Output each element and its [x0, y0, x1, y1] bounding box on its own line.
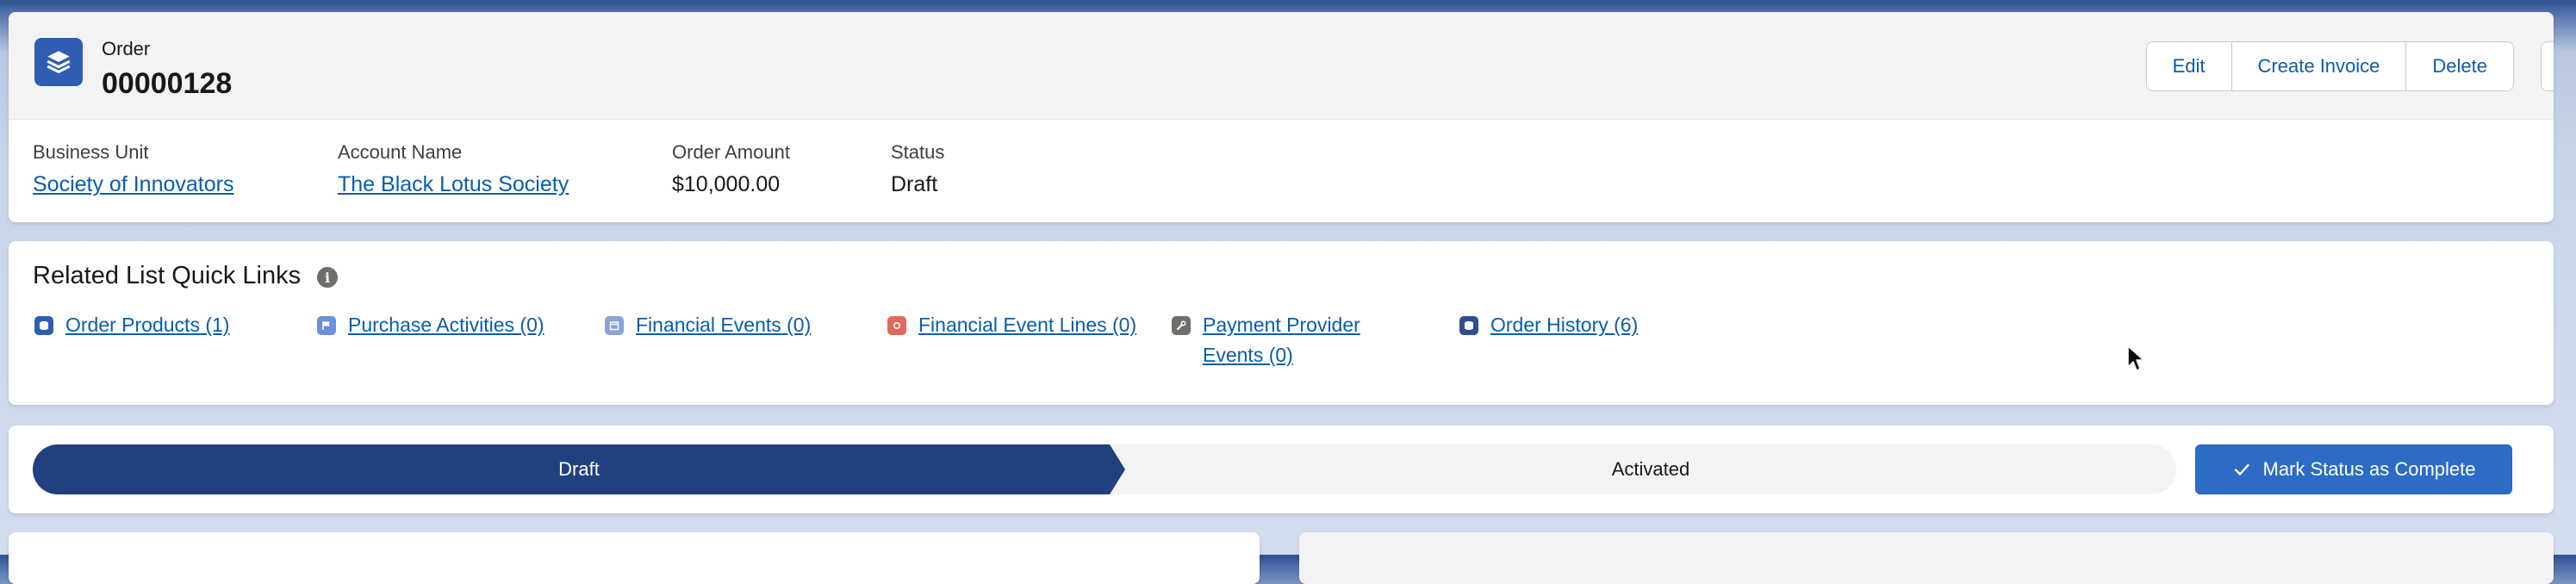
mark-status-complete-button[interactable]: Mark Status as Complete — [2195, 444, 2512, 494]
quick-link-financial-events[interactable]: Financial Events (0) — [605, 314, 811, 340]
quick-link-label[interactable]: Order History (6) — [1490, 310, 1638, 340]
calendar-icon — [605, 316, 624, 335]
edit-button[interactable]: Edit — [2146, 42, 2232, 90]
quick-link-payment-provider-events[interactable]: Payment Provider Events (0) — [1172, 314, 1360, 370]
path-stage-draft[interactable]: Draft — [33, 444, 1125, 494]
field-account-name: Account Name The Black Lotus Society — [338, 141, 569, 197]
quick-link-order-products[interactable]: Order Products (1) — [34, 314, 229, 340]
quick-link-order-history[interactable]: Order History (6) — [1459, 314, 1638, 340]
create-invoice-button[interactable]: Create Invoice — [2231, 42, 2407, 90]
status-value: Draft — [891, 172, 938, 196]
field-label: Order Amount — [672, 141, 790, 163]
account-name-link[interactable]: The Black Lotus Society — [338, 172, 569, 197]
quick-link-purchase-activities[interactable]: Purchase Activities (0) — [317, 314, 544, 340]
object-type-label: Order — [102, 38, 151, 59]
quick-link-label[interactable]: Financial Event Lines (0) — [918, 310, 1136, 340]
field-label: Account Name — [338, 141, 463, 163]
record-header: Order 00000128 Edit Create Invoice Delet… — [9, 12, 2554, 222]
event-lines-icon — [887, 316, 906, 335]
order-history-icon — [1459, 316, 1478, 335]
header-title-bar: Order 00000128 Edit Create Invoice Delet… — [9, 12, 2554, 120]
status-path: Draft Activated Mark Status as Complete — [9, 426, 2554, 513]
info-icon[interactable]: i — [317, 267, 338, 288]
header-action-group: Edit Create Invoice Delete — [2145, 41, 2514, 91]
field-business-unit: Business Unit Society of Innovators — [33, 141, 233, 197]
more-actions-button[interactable] — [2541, 41, 2554, 91]
flag-icon — [317, 316, 336, 335]
order-products-icon — [34, 316, 53, 335]
field-status: Status Draft — [891, 141, 944, 197]
field-label: Status — [891, 141, 945, 163]
order-amount-value: $10,000.00 — [672, 172, 781, 196]
wrench-icon — [1172, 316, 1191, 335]
order-stack-icon — [34, 38, 83, 86]
mouse-cursor-icon — [2127, 345, 2144, 371]
mark-complete-label: Mark Status as Complete — [2262, 458, 2476, 480]
record-title: 00000128 — [102, 67, 233, 100]
activity-panel — [1299, 532, 2554, 584]
quick-link-label[interactable]: Financial Events (0) — [636, 310, 811, 340]
quick-link-label[interactable]: Payment Provider Events (0) — [1203, 310, 1360, 370]
quick-link-label[interactable]: Purchase Activities (0) — [348, 310, 544, 340]
delete-button[interactable]: Delete — [2406, 42, 2513, 90]
checkmark-icon — [2234, 463, 2249, 475]
path-stage-activated[interactable]: Activated — [1125, 444, 2176, 494]
quick-link-financial-event-lines[interactable]: Financial Event Lines (0) — [887, 314, 1136, 340]
field-label: Business Unit — [33, 141, 149, 163]
quick-links-title: Related List Quick Links — [33, 262, 302, 289]
related-list-quick-links: Related List Quick Links i Order Product… — [9, 241, 2554, 405]
quick-link-label[interactable]: Order Products (1) — [65, 310, 229, 340]
business-unit-link[interactable]: Society of Innovators — [33, 172, 233, 197]
field-order-amount: Order Amount $10,000.00 — [672, 141, 790, 197]
details-panel — [9, 532, 1260, 584]
